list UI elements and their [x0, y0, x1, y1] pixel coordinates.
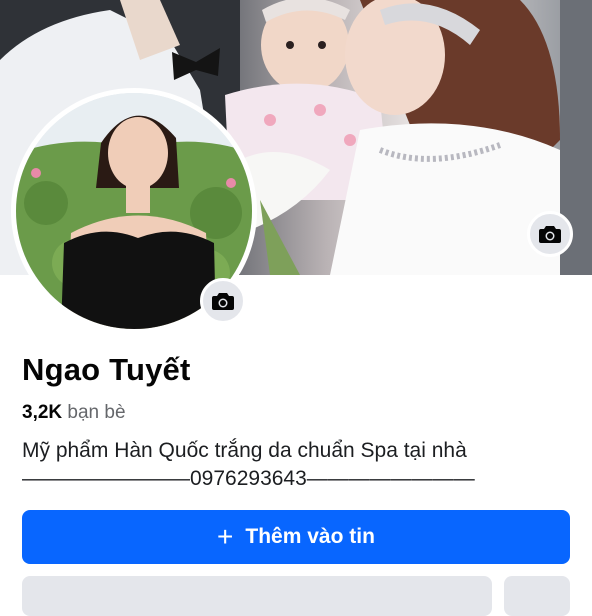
avatar-camera-button[interactable] — [200, 278, 246, 324]
more-options-button[interactable] — [504, 576, 570, 616]
bio-line-2: ————————0976293643———————— — [22, 467, 475, 490]
friends-number: 3,2K — [22, 402, 63, 423]
bio-line-1: Mỹ phẩm Hàn Quốc trắng da chuẩn Spa tại … — [22, 439, 467, 462]
add-to-story-label: Thêm vào tin — [245, 525, 375, 548]
profile-bio: Mỹ phẩm Hàn Quốc trắng da chuẩn Spa tại … — [22, 437, 475, 493]
friends-count[interactable]: 3,2K bạn bè — [22, 402, 126, 424]
plus-icon: + — [217, 521, 234, 552]
profile-name: Ngao Tuyết — [22, 352, 191, 387]
cover-camera-button[interactable] — [527, 211, 573, 257]
add-to-story-button[interactable]: + Thêm vào tin — [22, 510, 570, 564]
friends-label: bạn bè — [67, 402, 126, 423]
edit-profile-button[interactable] — [22, 576, 492, 616]
camera-icon — [539, 226, 561, 243]
camera-icon — [212, 293, 234, 310]
